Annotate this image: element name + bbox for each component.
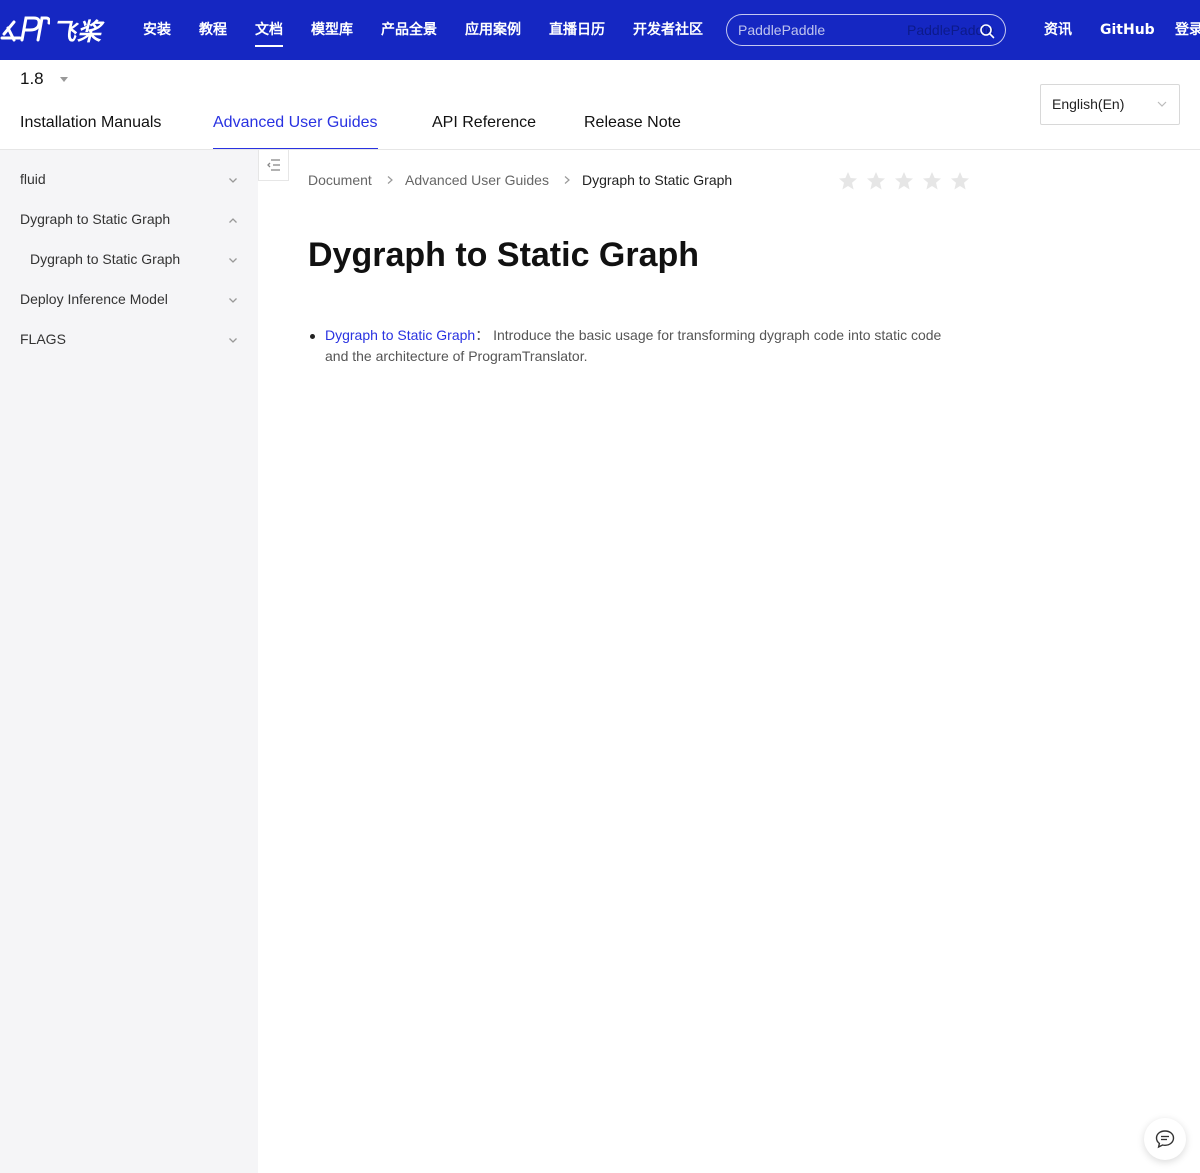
breadcrumb-advanced-user-guides[interactable]: Advanced User Guides [405,172,549,188]
logo-text: 飞桨 [52,17,102,46]
search-input[interactable] [727,15,1005,45]
chevron-down-icon [229,298,237,303]
tab-advanced-user-guides[interactable]: Advanced User Guides [213,114,378,150]
caret-down-icon [59,76,68,82]
sidebar-subitem-dygraph-to-static[interactable]: Dygraph to Static Graph [0,240,258,280]
nav-link-install[interactable]: 安装 [143,0,171,60]
search-icon[interactable] [979,23,995,39]
sidebar-collapse-button[interactable] [258,150,289,181]
language-label: English(En) [1052,96,1125,112]
nav-link-models[interactable]: 模型库 [311,0,353,60]
nav-link-github[interactable]: GitHub [1100,0,1155,60]
nav-link-login[interactable]: 登录 [1175,0,1200,60]
nav-link-news[interactable]: 资讯 [1044,0,1072,60]
sidebar-item-flags[interactable]: FLAGS [0,320,258,360]
chevron-down-icon [1157,101,1167,107]
chevron-down-icon [229,178,237,183]
nav-link-products[interactable]: 产品全景 [381,0,437,60]
page-title: Dygraph to Static Graph [308,236,700,274]
version-label: 1.8 [20,69,44,88]
star-icon[interactable] [894,171,914,191]
chevron-up-icon [229,218,237,223]
doc-link-dygraph-to-static[interactable]: Dygraph to Static Graph [325,327,475,343]
list-bullet [310,334,315,339]
sidebar-item-label: FLAGS [20,331,66,347]
nav-link-tutorial[interactable]: 教程 [199,0,227,60]
star-icon[interactable] [866,171,886,191]
star-icon[interactable] [922,171,942,191]
sidebar-item-dygraph-to-static[interactable]: Dygraph to Static Graph [0,200,258,240]
sidebar-item-deploy-inference[interactable]: Deploy Inference Model [0,280,258,320]
sidebar-item-label: Deploy Inference Model [20,291,168,307]
breadcrumb-current: Dygraph to Static Graph [582,172,733,188]
nav-link-cases[interactable]: 应用案例 [465,0,521,60]
top-navbar: 飞桨 安装 教程 文档 模型库 产品全景 应用案例 直播日历 开发者社区 Pad… [0,0,1200,60]
collapse-menu-icon [267,159,280,171]
chevron-down-icon [229,258,237,263]
nav-link-docs[interactable]: 文档 [255,0,283,60]
sidebar-item-fluid[interactable]: fluid [0,160,258,200]
list-item: Dygraph to Static Graph： Introduce the b… [325,325,955,367]
paddle-logo-icon [0,16,50,42]
language-select[interactable]: English(En) [1040,84,1180,125]
chat-bubble-icon [1155,1130,1175,1149]
paddle-logo[interactable]: 飞桨 [0,12,102,46]
feedback-button[interactable] [1144,1118,1186,1160]
sidebar-item-label: fluid [20,171,46,187]
breadcrumb-document[interactable]: Document [308,172,372,188]
sidebar-item-label: Dygraph to Static Graph [30,251,181,267]
tab-release-note[interactable]: Release Note [584,114,681,150]
sidebar: fluid Dygraph to Static Graph Dygraph to… [0,150,258,1173]
sidebar-item-label: Dygraph to Static Graph [20,211,171,227]
list-item-separator: ： [475,327,490,343]
chevron-down-icon [229,338,237,343]
version-selector[interactable]: 1.8 [20,69,68,89]
nav-link-community[interactable]: 开发者社区 [633,0,703,60]
star-icon[interactable] [838,171,858,191]
chevron-right-icon [564,176,570,184]
star-icon[interactable] [950,171,970,191]
rating-stars [838,171,970,191]
search-box: PaddlePaddle [726,14,1006,46]
tab-api-reference[interactable]: API Reference [432,114,536,150]
chevron-right-icon [387,176,393,184]
nav-link-live-calendar[interactable]: 直播日历 [549,0,605,60]
tab-installation-manuals[interactable]: Installation Manuals [20,114,161,150]
